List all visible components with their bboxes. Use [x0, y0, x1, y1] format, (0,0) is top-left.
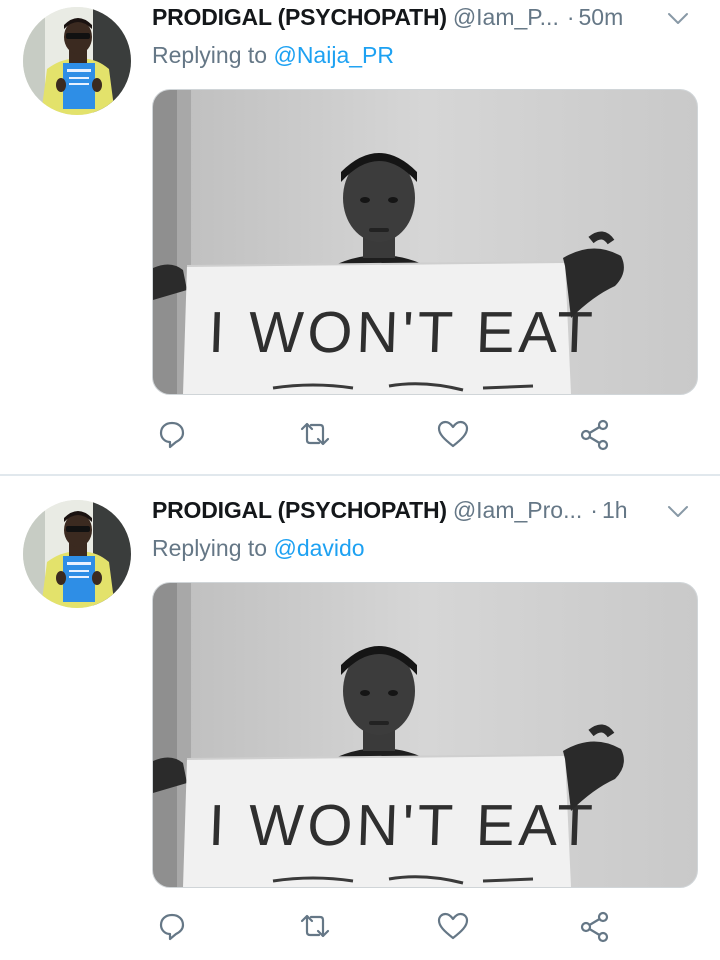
like-button[interactable]: [436, 910, 472, 946]
retweet-button[interactable]: [298, 910, 334, 946]
chevron-down-icon[interactable]: [666, 6, 690, 30]
tweet-photo[interactable]: I WON'T EAT: [152, 582, 698, 888]
tweet-actions: [152, 910, 622, 946]
tweet-header: PRODIGAL (PSYCHOPATH) @Iam_P... · 50m: [152, 4, 696, 40]
separator-dot: ·: [590, 497, 598, 523]
like-icon: [437, 912, 469, 940]
replying-to-line: Replying to @davido: [152, 535, 365, 562]
replying-to-line: Replying to @Naija_PR: [152, 42, 394, 69]
timestamp[interactable]: 1h: [602, 497, 628, 523]
retweet-button[interactable]: [298, 418, 334, 454]
reply-icon: [159, 913, 185, 941]
chevron-down-icon[interactable]: [666, 499, 690, 523]
share-icon: [580, 419, 609, 451]
replying-prefix: Replying to: [152, 535, 268, 561]
user-handle[interactable]: @Iam_Pro...: [453, 497, 582, 523]
share-icon: [580, 911, 609, 943]
user-handle[interactable]: @Iam_P...: [453, 4, 559, 30]
replying-prefix: Replying to: [152, 42, 268, 68]
like-icon: [437, 420, 469, 448]
share-button[interactable]: [578, 910, 614, 946]
display-name[interactable]: PRODIGAL (PSYCHOPATH): [152, 497, 447, 523]
timestamp[interactable]: 50m: [579, 4, 624, 30]
reply-button[interactable]: [156, 418, 192, 454]
sign-text: I WON'T EAT: [207, 300, 597, 365]
avatar[interactable]: [23, 7, 131, 115]
display-name[interactable]: PRODIGAL (PSYCHOPATH): [152, 4, 447, 30]
tweet-photo[interactable]: I WON'T EAT: [152, 89, 698, 395]
mention-link[interactable]: @davido: [273, 535, 364, 561]
reply-icon: [159, 421, 185, 449]
share-button[interactable]: [578, 418, 614, 454]
separator-dot: ·: [566, 4, 575, 30]
retweet-icon: [300, 422, 330, 446]
tweet[interactable]: PRODIGAL (PSYCHOPATH) @Iam_Pro... · 1h Repl…: [0, 476, 720, 960]
tweet-header: PRODIGAL (PSYCHOPATH) @Iam_Pro... · 1h: [152, 497, 696, 533]
mention-link[interactable]: @Naija_PR: [273, 42, 394, 68]
like-button[interactable]: [436, 418, 472, 454]
retweet-icon: [300, 914, 330, 938]
reply-button[interactable]: [156, 910, 192, 946]
tweet[interactable]: PRODIGAL (PSYCHOPATH) @Iam_P... · 50m Reply…: [0, 0, 720, 474]
tweet-actions: [152, 418, 622, 454]
sign-text: I WON'T EAT: [207, 793, 597, 858]
avatar[interactable]: [23, 500, 131, 608]
